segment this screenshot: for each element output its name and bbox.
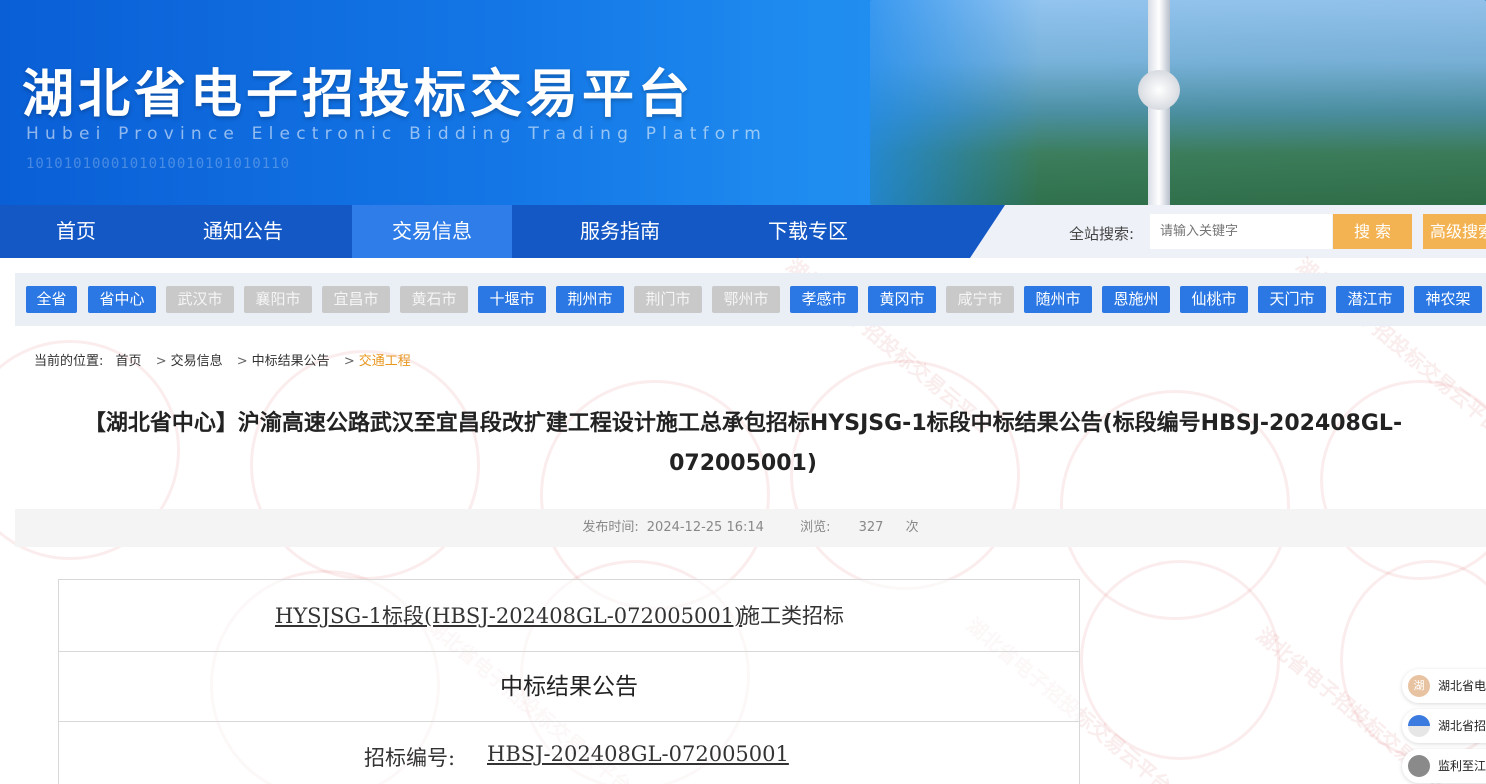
nav-notices[interactable]: 通知公告 bbox=[167, 205, 319, 258]
section-row: HYSJSG-1标段(HBSJ-202408GL-072005001) 施工类招… bbox=[59, 580, 1079, 652]
advanced-search-button[interactable]: 高级搜索 bbox=[1423, 214, 1486, 249]
city-tab-enshi[interactable]: 恩施州 bbox=[1102, 286, 1170, 313]
bid-number-link[interactable]: HBSJ-202408GL-072005001 bbox=[487, 742, 789, 766]
publish-time-label: 发布时间: bbox=[582, 520, 639, 535]
city-tab-xiaogan[interactable]: 孝感市 bbox=[790, 286, 858, 313]
section-link[interactable]: HYSJSG-1标段(HBSJ-202408GL-072005001) bbox=[275, 600, 742, 630]
city-tab-jingmen[interactable]: 荆门市 bbox=[634, 286, 702, 313]
breadcrumb: 当前的位置: 首页 > 交易信息 > 中标结果公告 > 交通工程 bbox=[34, 350, 411, 369]
nav-service-guide[interactable]: 服务指南 bbox=[542, 205, 698, 258]
header-banner: 湖北省电子招投标交易平台 Hubei Province Electronic B… bbox=[0, 0, 1486, 205]
breadcrumb-home[interactable]: 首页 bbox=[116, 350, 142, 369]
city-tab-xianning[interactable]: 咸宁市 bbox=[946, 286, 1014, 313]
city-tab-shennongjia[interactable]: 神农架 bbox=[1414, 286, 1482, 313]
announcement-content: HYSJSG-1标段(HBSJ-202408GL-072005001) 施工类招… bbox=[58, 579, 1080, 784]
bid-number-row: 招标编号: HBSJ-202408GL-072005001 bbox=[59, 722, 1079, 784]
city-tab-yichang[interactable]: 宜昌市 bbox=[322, 286, 390, 313]
city-tab-wuhan[interactable]: 武汉市 bbox=[166, 286, 234, 313]
side-link-1[interactable]: 湖 湖北省电 bbox=[1402, 669, 1486, 703]
views-unit: 次 bbox=[905, 520, 919, 535]
city-tab-shiyan[interactable]: 十堰市 bbox=[478, 286, 546, 313]
city-tab-suizhou[interactable]: 随州市 bbox=[1024, 286, 1092, 313]
city-tab-provincial-center[interactable]: 省中心 bbox=[88, 286, 156, 313]
site-title: 湖北省电子招投标交易平台 bbox=[22, 65, 695, 125]
publish-time: 2024-12-25 16:14 bbox=[646, 520, 764, 535]
article-title: 【湖北省中心】沪渝高速公路武汉至宜昌段改扩建工程设计施工总承包招标HYSJSG-… bbox=[83, 411, 1403, 476]
breadcrumb-trade-info[interactable]: 交易信息 bbox=[171, 350, 223, 369]
city-tab-xiantao[interactable]: 仙桃市 bbox=[1180, 286, 1248, 313]
provincial-logo-icon: 湖 bbox=[1408, 675, 1430, 697]
side-link-3[interactable]: 监利至江 bbox=[1402, 749, 1486, 783]
breadcrumb-current[interactable]: 交通工程 bbox=[359, 350, 411, 369]
city-tab-tianmen[interactable]: 天门市 bbox=[1258, 286, 1326, 313]
binary-decoration: 1010101000101010010101010110 bbox=[26, 156, 291, 172]
nav-downloads[interactable]: 下载专区 bbox=[730, 205, 886, 258]
breadcrumb-award-notices[interactable]: 中标结果公告 bbox=[252, 350, 330, 369]
city-tab-ezhou[interactable]: 鄂州市 bbox=[712, 286, 780, 313]
site-subtitle: Hubei Province Electronic Bidding Tradin… bbox=[26, 124, 768, 144]
city-tab-qianjiang[interactable]: 潜江市 bbox=[1336, 286, 1404, 313]
article-meta: 发布时间: 2024-12-25 16:14 浏览: 327 次 bbox=[15, 509, 1486, 547]
side-link-2[interactable]: 湖北省招 bbox=[1402, 709, 1486, 743]
views-label: 浏览: bbox=[800, 520, 831, 535]
bid-number-label: 招标编号: bbox=[364, 746, 456, 770]
search-input[interactable] bbox=[1150, 214, 1332, 249]
views-count: 327 bbox=[858, 520, 884, 535]
city-tab-all[interactable]: 全省 bbox=[26, 286, 77, 313]
nav-trade-info[interactable]: 交易信息 bbox=[352, 205, 512, 258]
city-tab-huanggang[interactable]: 黄冈市 bbox=[868, 286, 936, 313]
city-tab-huangshi[interactable]: 黄石市 bbox=[400, 286, 468, 313]
city-tab-jingzhou[interactable]: 荆州市 bbox=[556, 286, 624, 313]
nav-home[interactable]: 首页 bbox=[0, 205, 152, 258]
search-button[interactable]: 搜 索 bbox=[1333, 214, 1412, 249]
platform-logo-icon bbox=[1408, 715, 1430, 737]
city-tab-xiangyang[interactable]: 襄阳市 bbox=[244, 286, 312, 313]
announcement-heading: 中标结果公告 bbox=[59, 652, 1079, 722]
city-filter-bar: 全省 省中心 武汉市 襄阳市 宜昌市 黄石市 十堰市 荆州市 荆门市 鄂州市 孝… bbox=[15, 273, 1486, 326]
project-photo-icon bbox=[1408, 755, 1430, 777]
section-type: 施工类招标 bbox=[739, 604, 844, 628]
search-label: 全站搜索: bbox=[1069, 225, 1135, 243]
breadcrumb-prefix: 当前的位置: bbox=[34, 354, 104, 369]
